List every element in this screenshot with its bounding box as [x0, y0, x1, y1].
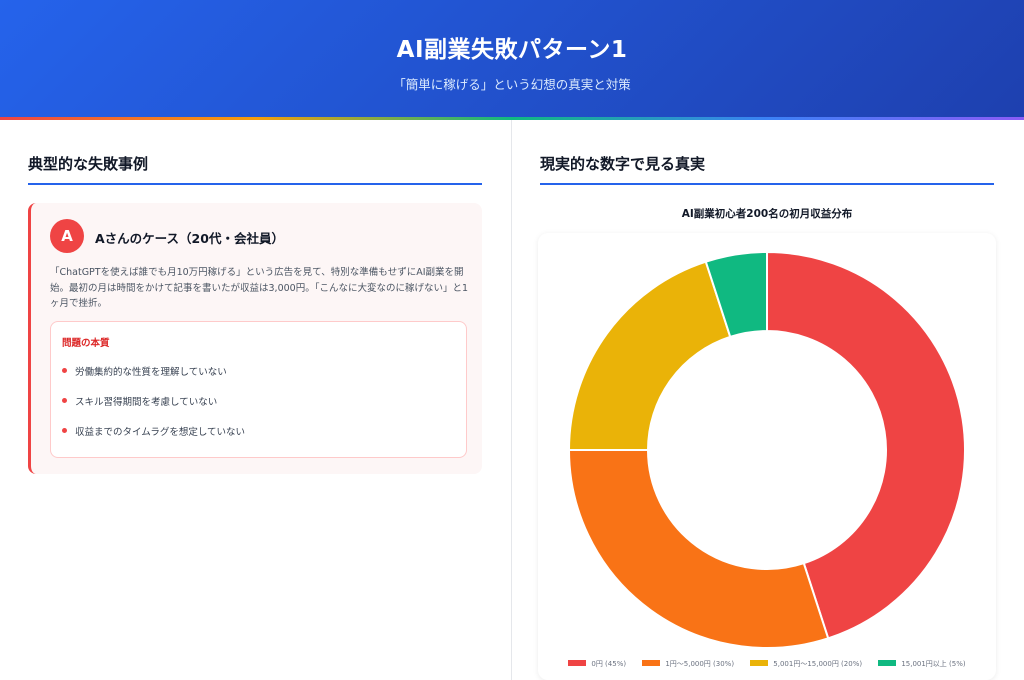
page-subtitle: 「簡単に稼げる」という幻想の真実と対策: [393, 77, 631, 92]
page-header: AI副業失敗パターン1 「簡単に稼げる」という幻想の真実と対策: [0, 0, 1024, 118]
bullet-icon: [62, 428, 67, 433]
problem-box: 問題の本質 労働集約的な性質を理解していない スキル習得期間を考慮していない 収…: [50, 321, 467, 458]
avatar: A: [50, 219, 84, 253]
legend-label: 0円 (45%): [591, 660, 627, 668]
column-divider: [511, 120, 512, 680]
legend-label: 5,001円〜15,000円 (20%): [773, 660, 863, 668]
reality-numbers-heading: 現実的な数字で見る真実: [540, 155, 706, 173]
case-description: 「ChatGPTを使えば誰でも月10万円稼げる」という広告を見て、特別な準備もせ…: [50, 267, 468, 309]
problem-item: 労働集約的な性質を理解していない: [62, 364, 227, 378]
header-accent-line: [0, 117, 1024, 120]
legend-label: 15,001円以上 (5%): [901, 660, 966, 668]
donut-slice-3[interactable]: [567, 260, 732, 451]
legend-item[interactable]: 0円 (45%): [568, 659, 626, 669]
problem-item-text: スキル習得期間を考慮していない: [75, 397, 218, 408]
bullet-icon: [62, 398, 67, 403]
problem-item: スキル習得期間を考慮していない: [62, 394, 217, 408]
legend-swatch: [642, 660, 661, 666]
page-title: AI副業失敗パターン1: [396, 37, 628, 63]
legend-label: 1円〜5,000円 (30%): [665, 660, 735, 668]
donut-slice-2[interactable]: [567, 449, 830, 649]
problem-item: 収益までのタイムラグを想定していない: [62, 424, 245, 438]
chart-title: AI副業初心者200名の初月収益分布: [681, 208, 853, 220]
failure-cases-rule: [28, 183, 482, 185]
failure-cases-heading: 典型的な失敗事例: [28, 155, 149, 173]
problem-item-text: 収益までのタイムラグを想定していない: [75, 427, 246, 438]
problem-title: 問題の本質: [62, 338, 110, 349]
legend-swatch: [878, 660, 897, 666]
case-card: A Aさんのケース（20代・会社員） 「ChatGPTを使えば誰でも月10万円稼…: [28, 203, 482, 474]
bullet-icon: [62, 368, 67, 373]
donut-chart: [567, 250, 966, 649]
legend-item[interactable]: 15,001円以上 (5%): [878, 659, 966, 669]
reality-numbers-rule: [540, 183, 994, 185]
legend-swatch: [568, 660, 587, 666]
problem-item-text: 労働集約的な性質を理解していない: [75, 367, 227, 378]
chart-legend: 0円 (45%) 1円〜5,000円 (30%) 5,001円〜15,000円 …: [540, 659, 994, 669]
legend-swatch: [750, 660, 769, 666]
chart-card: [538, 233, 996, 680]
case-title: Aさんのケース（20代・会社員）: [95, 231, 284, 246]
legend-item[interactable]: 5,001円〜15,000円 (20%): [750, 659, 862, 669]
legend-item[interactable]: 1円〜5,000円 (30%): [642, 659, 734, 669]
